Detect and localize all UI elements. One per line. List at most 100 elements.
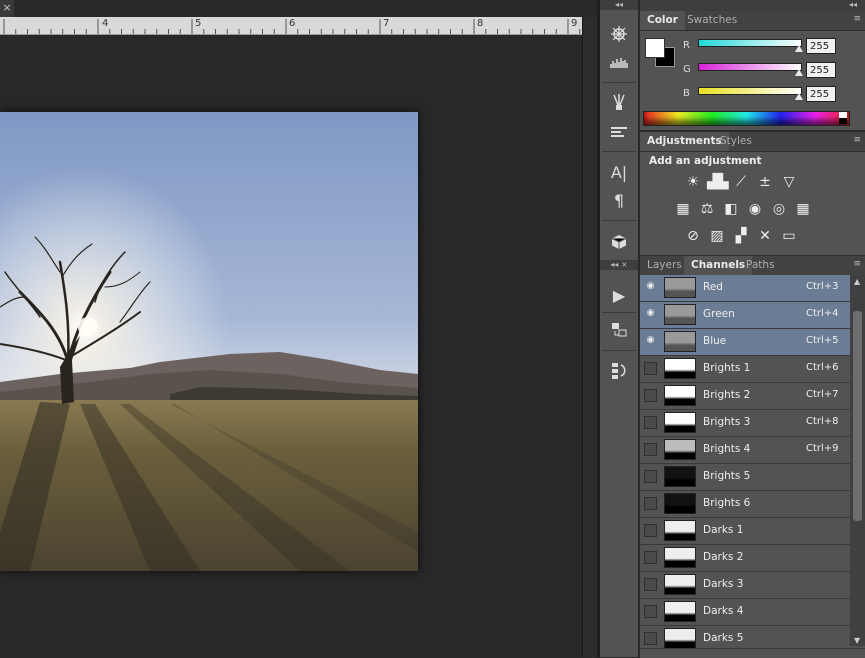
color-ramp[interactable]: [643, 111, 850, 126]
eye-icon[interactable]: ◉: [644, 335, 657, 348]
paragraph-icon[interactable]: ¶: [600, 186, 638, 214]
adjustments-heading: Add an adjustment: [649, 155, 762, 167]
close-icon[interactable]: ×: [621, 260, 628, 269]
channel-row[interactable]: Brights 4 Ctrl+9: [640, 437, 850, 464]
eye-icon[interactable]: ◉: [644, 281, 657, 294]
panel-icon-column: ◂◂ A| ¶ ◂◂ × ▶: [600, 0, 639, 657]
r-slider[interactable]: [698, 39, 802, 47]
tab-color[interactable]: Color: [640, 11, 685, 30]
channel-name: Green: [703, 308, 735, 320]
compass-icon[interactable]: [600, 20, 638, 48]
gradient-map-icon[interactable]: ▭: [779, 226, 799, 246]
tab-layers[interactable]: Layers: [640, 256, 689, 275]
channels-panel: Layers Channels Paths ≡ ◉ Red Ctrl+3 ◉ Green…: [640, 255, 865, 649]
selective-color-icon[interactable]: ✕: [755, 226, 775, 246]
channel-row[interactable]: ◉ Red Ctrl+3: [640, 275, 850, 302]
3d-icon[interactable]: [600, 228, 638, 256]
collapse-panels-button[interactable]: ◂◂: [600, 0, 638, 10]
channel-shortcut: Ctrl+4: [806, 308, 839, 319]
channel-row[interactable]: Brights 2 Ctrl+7: [640, 383, 850, 410]
channel-row[interactable]: Darks 4: [640, 599, 850, 626]
channel-row[interactable]: ◉ Blue Ctrl+5: [640, 329, 850, 356]
tab-styles[interactable]: Styles: [713, 132, 759, 151]
clone-source-icon[interactable]: [600, 316, 638, 344]
histogram-icon[interactable]: [600, 48, 638, 76]
collapse-panels-button-2[interactable]: ◂◂ ×: [600, 260, 638, 270]
color-balance-icon[interactable]: ⚖: [697, 199, 717, 219]
channels-scroll-thumb[interactable]: [853, 311, 862, 521]
channel-name: Brights 1: [703, 362, 751, 374]
r-value-field[interactable]: 255: [806, 38, 836, 54]
channel-row[interactable]: Darks 5: [640, 626, 850, 649]
horizontal-ruler: 4 5 6 7 8 9: [0, 17, 582, 35]
landscape-image: [0, 112, 418, 571]
play-icon[interactable]: ▶: [600, 281, 638, 309]
visibility-toggle[interactable]: [644, 443, 657, 456]
g-slider-thumb[interactable]: [795, 69, 803, 76]
visibility-toggle[interactable]: [644, 470, 657, 483]
posterize-icon[interactable]: ▨: [707, 226, 727, 246]
g-value-field[interactable]: 255: [806, 62, 836, 78]
visibility-toggle[interactable]: [644, 524, 657, 537]
photo-filter-icon[interactable]: ◉: [745, 199, 765, 219]
eye-icon[interactable]: ◉: [644, 308, 657, 321]
foreground-color-swatch[interactable]: [645, 38, 665, 58]
brightness-contrast-icon[interactable]: ☀: [683, 172, 703, 192]
channel-row[interactable]: Brights 3 Ctrl+8: [640, 410, 850, 437]
visibility-toggle[interactable]: [644, 632, 657, 645]
scroll-up-icon[interactable]: ▲: [854, 277, 860, 286]
r-slider-thumb[interactable]: [795, 45, 803, 52]
channel-row[interactable]: Brights 5: [640, 464, 850, 491]
channels-scrollbar[interactable]: ▲ ▼: [850, 275, 865, 646]
character-icon[interactable]: A|: [600, 158, 638, 186]
panel-menu-icon[interactable]: ≡: [853, 14, 861, 24]
channel-row[interactable]: ◉ Green Ctrl+4: [640, 302, 850, 329]
channel-row[interactable]: Darks 3: [640, 572, 850, 599]
b-slider[interactable]: [698, 87, 802, 95]
history-icon[interactable]: [600, 357, 638, 385]
dock-collapse-icon[interactable]: ◂◂: [849, 0, 857, 9]
g-slider[interactable]: [698, 63, 802, 71]
exposure-icon[interactable]: ±: [755, 172, 775, 192]
document-close-button[interactable]: ×: [0, 0, 14, 17]
adjustments-tabbar: Adjustments Styles ≡: [640, 132, 865, 152]
channel-row[interactable]: Brights 6: [640, 491, 850, 518]
channel-row[interactable]: Brights 1 Ctrl+6: [640, 356, 850, 383]
document-vertical-scrollbar[interactable]: [582, 17, 598, 657]
curves-icon[interactable]: ⟋: [731, 172, 751, 192]
tab-paths[interactable]: Paths: [739, 256, 782, 275]
black-white-icon[interactable]: ◧: [721, 199, 741, 219]
channel-row[interactable]: Darks 2: [640, 545, 850, 572]
channel-row[interactable]: Darks 1: [640, 518, 850, 545]
visibility-toggle[interactable]: [644, 389, 657, 402]
document-photo[interactable]: [0, 112, 418, 571]
ramp-black-swatch[interactable]: [839, 118, 847, 124]
channel-label-b: B: [683, 88, 690, 99]
b-value-field[interactable]: 255: [806, 86, 836, 102]
visibility-toggle[interactable]: [644, 578, 657, 591]
visibility-toggle[interactable]: [644, 497, 657, 510]
channel-name: Red: [703, 281, 723, 293]
visibility-toggle[interactable]: [644, 362, 657, 375]
brushes-icon[interactable]: [600, 88, 638, 116]
hue-saturation-icon[interactable]: ▦: [673, 199, 693, 219]
levels-icon[interactable]: ▟▙: [707, 172, 729, 192]
panel-menu-icon[interactable]: ≡: [853, 135, 861, 145]
scroll-down-icon[interactable]: ▼: [854, 636, 860, 645]
visibility-toggle[interactable]: [644, 605, 657, 618]
vibrance-icon[interactable]: ▽: [779, 172, 799, 192]
b-slider-thumb[interactable]: [795, 93, 803, 100]
visibility-toggle[interactable]: [644, 416, 657, 429]
channel-thumbnail: [664, 628, 696, 649]
color-lookup-icon[interactable]: ▦: [793, 199, 813, 219]
channel-thumbnail: [664, 439, 696, 460]
visibility-toggle[interactable]: [644, 551, 657, 564]
channel-name: Darks 5: [703, 632, 744, 644]
tab-swatches[interactable]: Swatches: [680, 11, 744, 30]
channel-thumbnail: [664, 385, 696, 406]
channel-mixer-icon[interactable]: ◎: [769, 199, 789, 219]
brush-presets-icon[interactable]: [600, 118, 638, 146]
threshold-icon[interactable]: ▞: [731, 226, 751, 246]
invert-icon[interactable]: ⊘: [683, 226, 703, 246]
panel-menu-icon[interactable]: ≡: [853, 259, 861, 269]
